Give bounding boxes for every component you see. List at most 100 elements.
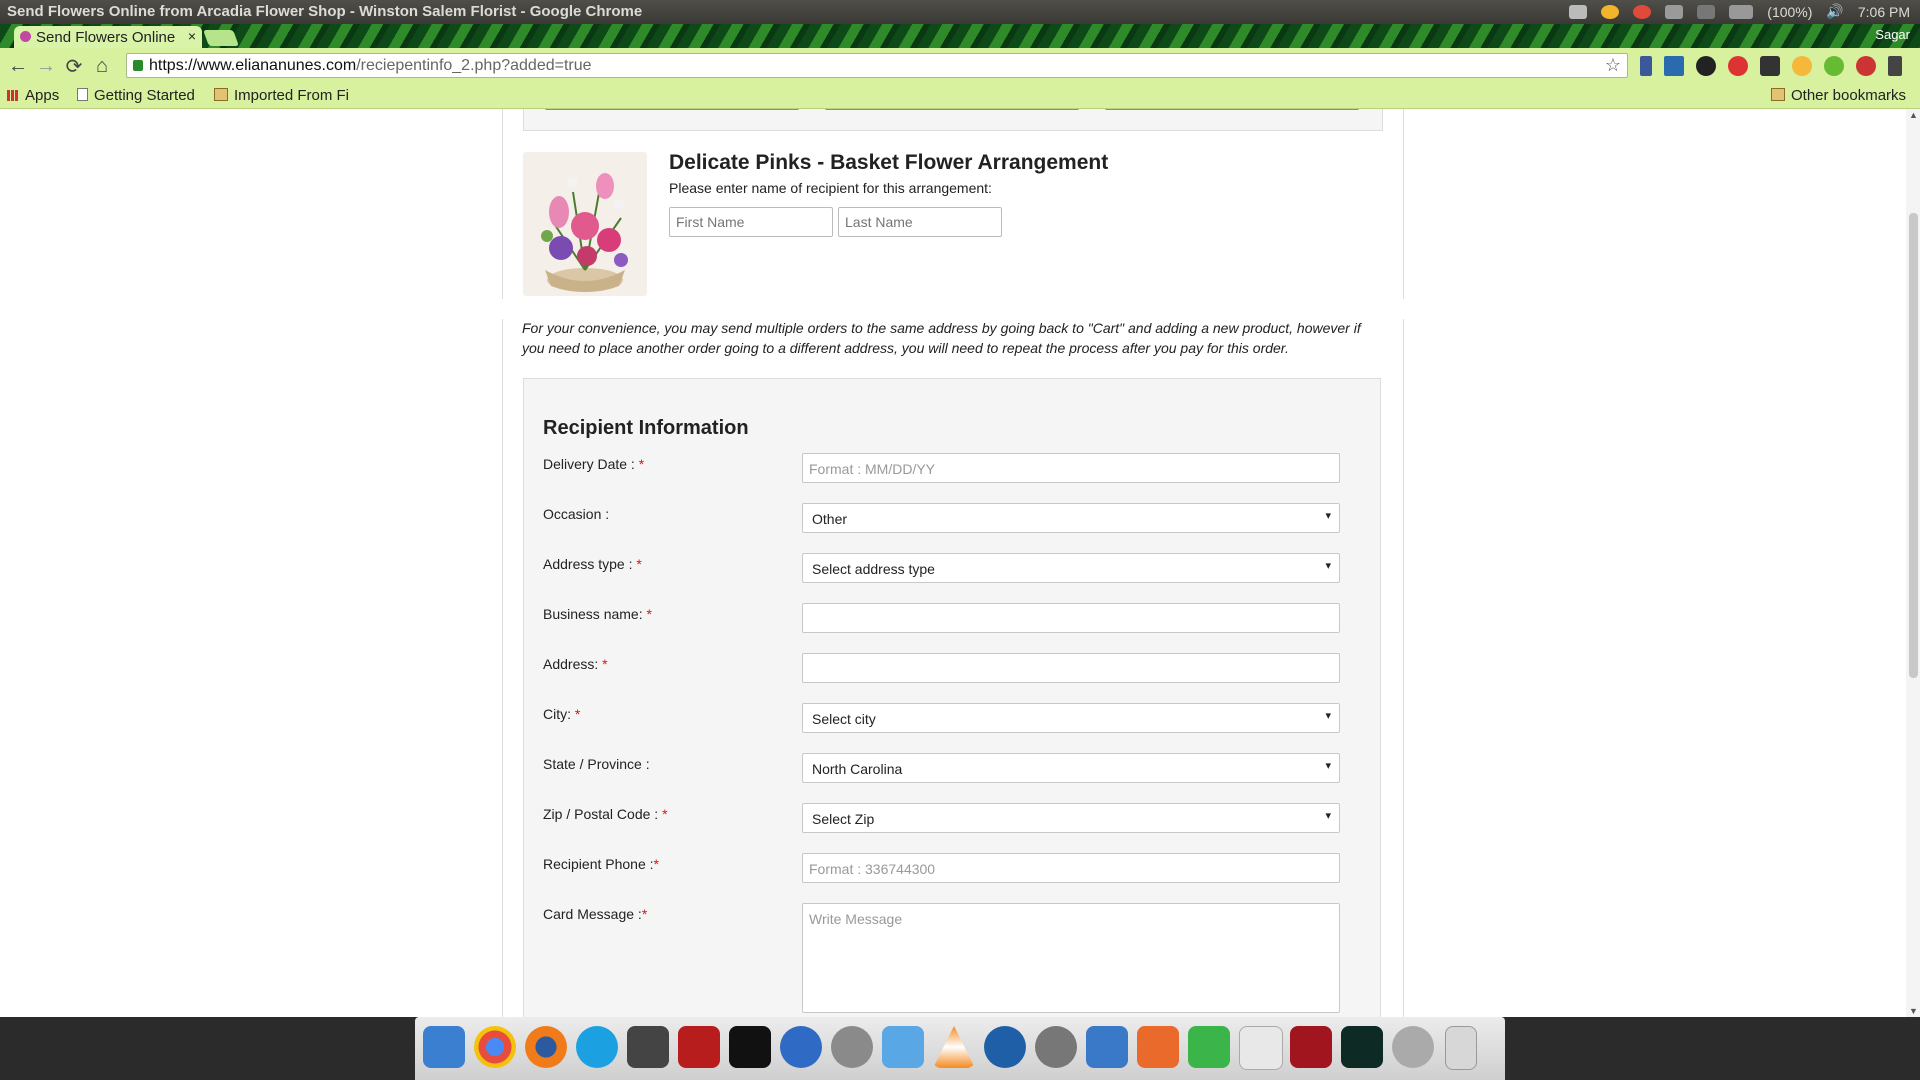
bookmarks-bar: Apps Getting Started Imported From Fi Ot…	[0, 84, 1920, 109]
bookmark-getting-started[interactable]: Getting Started	[77, 87, 195, 104]
skype-icon[interactable]	[576, 1026, 618, 1068]
spreadsheet-icon[interactable]	[1188, 1026, 1230, 1068]
system-tray: (100%) 🔊 7:06 PM	[1569, 3, 1910, 20]
scroll-up-icon[interactable]: ▲	[1909, 110, 1918, 120]
zip-row: Zip / Postal Code : * Select Zip ▾	[543, 803, 1363, 843]
product-title: Delicate Pinks - Basket Flower Arrangeme…	[669, 151, 1109, 174]
text-editor-icon[interactable]	[1239, 1026, 1283, 1070]
menu-icon[interactable]	[1888, 56, 1902, 76]
presentation-icon[interactable]	[1137, 1026, 1179, 1068]
trash-icon[interactable]	[1445, 1026, 1477, 1070]
bookmark-apps[interactable]: Apps	[7, 87, 59, 104]
zip-select[interactable]: Select Zip ▾	[802, 803, 1340, 833]
bookmark-other[interactable]: Other bookmarks	[1771, 87, 1906, 104]
city-row: City: * Select city ▾	[543, 703, 1363, 743]
back-icon[interactable]: ←	[4, 55, 32, 78]
gear-icon[interactable]	[1035, 1026, 1077, 1068]
home-icon[interactable]: ⌂	[88, 55, 116, 78]
phone-label: Recipient Phone :*	[543, 856, 659, 872]
address-bar[interactable]: https://www.eliananunes.com/reciepentinf…	[126, 53, 1628, 78]
chevron-down-icon: ▾	[1325, 560, 1331, 572]
delivery-date-input[interactable]: Format : MM/DD/YY	[802, 453, 1340, 483]
chevron-down-icon: ▾	[1325, 810, 1331, 822]
clock[interactable]: 7:06 PM	[1858, 4, 1910, 20]
last-name-input[interactable]	[838, 207, 1002, 237]
terminal-icon[interactable]	[729, 1026, 771, 1068]
address-input[interactable]	[802, 653, 1340, 683]
reload-icon[interactable]: ⟳	[60, 54, 88, 79]
firefox-icon[interactable]	[525, 1026, 567, 1068]
action-button[interactable]	[544, 109, 800, 110]
city-select[interactable]: Select city ▾	[802, 703, 1340, 733]
facebook-icon[interactable]	[1640, 56, 1652, 76]
business-name-input[interactable]	[802, 603, 1340, 633]
scroll-thumb[interactable]	[1909, 213, 1918, 678]
delivery-date-label: Delivery Date : *	[543, 456, 645, 472]
launchpad-icon[interactable]	[831, 1026, 873, 1068]
messaging-icon[interactable]	[1697, 4, 1716, 19]
occasion-select[interactable]: Other ▾	[802, 503, 1340, 533]
chevron-down-icon: ▾	[1325, 510, 1331, 522]
gear-icon[interactable]	[1760, 56, 1780, 76]
keyboard-icon[interactable]	[1569, 4, 1588, 19]
tab-strip: Send Flowers Online × Sagar	[0, 24, 1920, 48]
scroll-down-icon[interactable]: ▼	[1909, 1006, 1918, 1016]
filezilla-icon[interactable]	[678, 1026, 720, 1068]
sublime-text-icon[interactable]	[627, 1026, 669, 1068]
folder-icon	[1771, 88, 1785, 101]
finder-icon[interactable]	[423, 1026, 465, 1068]
notification-icon[interactable]	[1601, 4, 1620, 19]
volume-icon[interactable]: 🔊	[1826, 3, 1843, 20]
address-type-select[interactable]: Select address type ▾	[802, 553, 1340, 583]
battery-icon[interactable]	[1729, 4, 1754, 19]
media-app-icon[interactable]	[1290, 1026, 1332, 1068]
system-monitor-icon[interactable]	[1341, 1026, 1383, 1068]
extension-icon[interactable]	[1792, 56, 1812, 76]
card-message-label: Card Message :*	[543, 906, 648, 922]
chrome-tray-icon[interactable]	[1633, 4, 1652, 19]
action-button[interactable]	[1104, 109, 1360, 110]
first-name-input[interactable]	[669, 207, 833, 237]
new-tab-button[interactable]	[203, 30, 239, 46]
word-processor-icon[interactable]	[1086, 1026, 1128, 1068]
bookmark-imported[interactable]: Imported From Fi	[214, 87, 349, 104]
content-border-left	[502, 319, 503, 1017]
state-select[interactable]: North Carolina ▾	[802, 753, 1340, 783]
page-icon	[77, 88, 88, 101]
adblock-icon[interactable]	[1728, 56, 1748, 76]
chrome-icon[interactable]	[1856, 56, 1876, 76]
vlc-icon[interactable]	[933, 1026, 975, 1068]
business-name-label: Business name: *	[543, 606, 652, 622]
card-message-textarea[interactable]: Write Message	[802, 903, 1340, 1013]
recipient-form: Recipient Information Delivery Date : * …	[523, 378, 1381, 1017]
page-scrollbar[interactable]: ▲ ▼	[1906, 109, 1920, 1017]
card-message-row: Card Message :* Write Message	[543, 903, 1363, 1017]
recipient-phone-input[interactable]: Format : 336744300	[802, 853, 1340, 883]
folder-icon[interactable]	[882, 1026, 924, 1068]
action-button[interactable]	[824, 109, 1080, 110]
help-icon[interactable]	[1392, 1026, 1434, 1068]
content-border-right	[1403, 109, 1404, 299]
profile-name[interactable]: Sagar	[1875, 27, 1910, 42]
zip-label: Zip / Postal Code : *	[543, 806, 668, 822]
app-store-icon[interactable]	[780, 1026, 822, 1068]
forward-icon[interactable]: →	[32, 55, 60, 78]
battery-level: (100%)	[1767, 3, 1813, 20]
chevron-down-icon: ▾	[1325, 760, 1331, 772]
delivery-date-row: Delivery Date : * Format : MM/DD/YY	[543, 453, 1363, 493]
css-icon[interactable]	[1824, 56, 1844, 76]
extension-icon[interactable]	[1696, 56, 1716, 76]
search-icon[interactable]	[984, 1026, 1026, 1068]
apps-grid-icon	[7, 90, 19, 101]
tab-close-icon[interactable]: ×	[188, 28, 196, 44]
address-type-label: Address type : *	[543, 556, 642, 572]
url-host: https://www.eliananunes.com	[149, 57, 357, 74]
extension-icon[interactable]	[1664, 56, 1684, 76]
lock-icon	[133, 60, 143, 71]
chrome-icon[interactable]	[474, 1026, 516, 1068]
bookmark-star-icon[interactable]: ☆	[1605, 55, 1621, 76]
network-icon[interactable]	[1665, 4, 1684, 19]
browser-tab[interactable]: Send Flowers Online ×	[14, 26, 202, 48]
os-top-panel: Send Flowers Online from Arcadia Flower …	[0, 0, 1920, 24]
app-dock	[415, 1017, 1505, 1080]
